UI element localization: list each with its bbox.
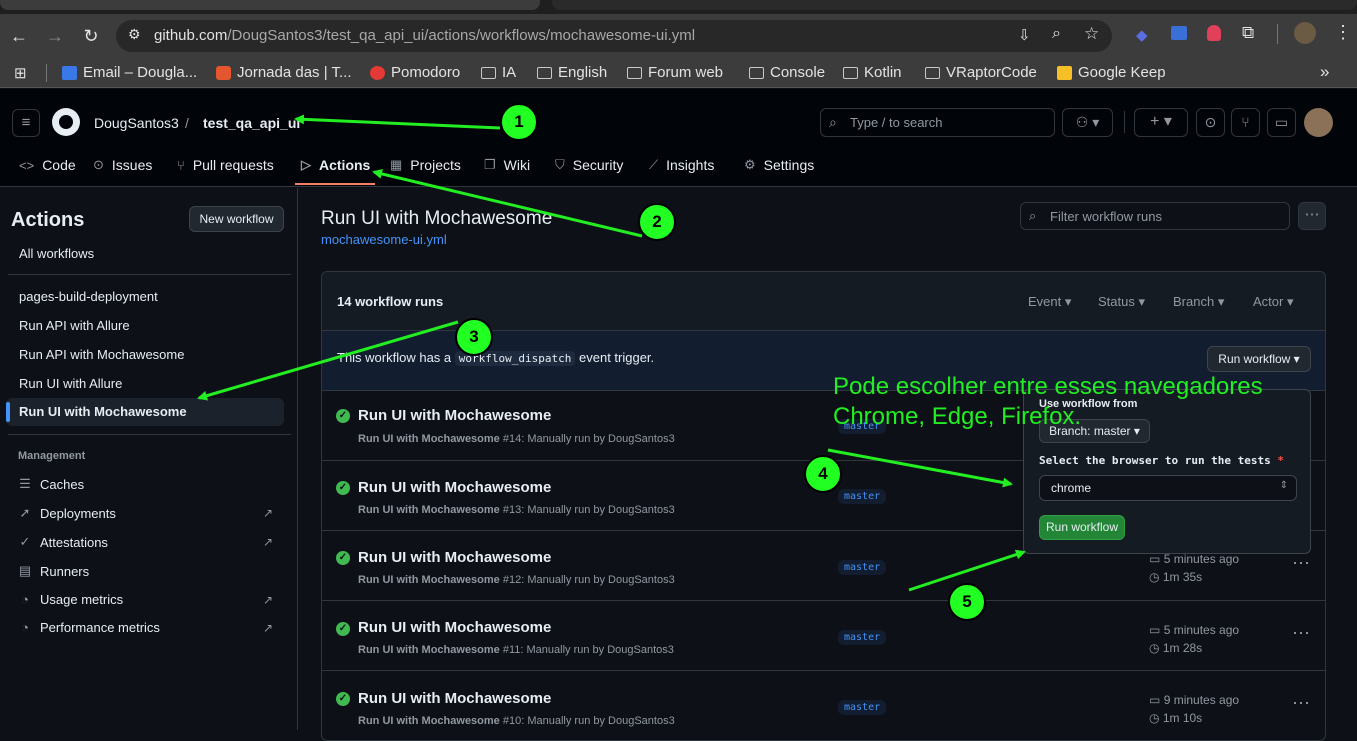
annotation-marker: 4 <box>804 455 842 493</box>
annotation-marker: 1 <box>500 103 538 141</box>
annotation-arrow <box>197 320 459 401</box>
annotation-arrow <box>294 114 501 130</box>
annotation-arrow <box>827 448 1013 488</box>
annotation-marker: 5 <box>948 583 986 621</box>
annotation-marker: 3 <box>455 318 493 356</box>
annotation-marker: 2 <box>638 203 676 241</box>
annotation-note: Pode escolher entre esses navegadores Ch… <box>833 373 1263 430</box>
annotation-arrow <box>372 168 643 238</box>
annotation-arrows <box>197 114 1026 592</box>
